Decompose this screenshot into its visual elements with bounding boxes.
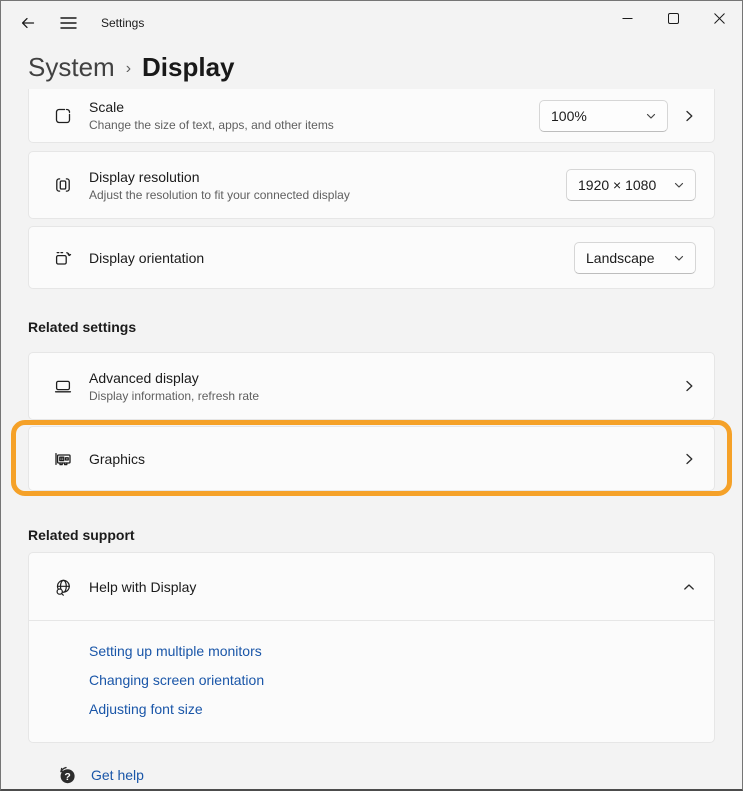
chevron-up-icon — [682, 580, 696, 594]
get-help-icon: ? — [57, 765, 77, 785]
settings-window: Settings System › Display — [0, 0, 743, 791]
close-icon — [714, 13, 725, 24]
close-button[interactable] — [696, 1, 742, 35]
advanced-display-title: Advanced display — [89, 370, 259, 386]
chevron-down-icon — [673, 252, 685, 264]
link-changing-screen-orientation[interactable]: Changing screen orientation — [89, 666, 264, 695]
orientation-title: Display orientation — [89, 250, 204, 266]
graphics-title: Graphics — [89, 451, 145, 467]
resolution-dropdown[interactable]: 1920 × 1080 — [566, 169, 696, 201]
chevron-right-icon — [682, 379, 696, 393]
orientation-dropdown[interactable]: Landscape — [574, 242, 696, 274]
setting-row-scale[interactable]: Scale Change the size of text, apps, and… — [28, 89, 715, 143]
link-setting-up-multiple-monitors[interactable]: Setting up multiple monitors — [89, 637, 262, 666]
display-orientation-icon — [53, 248, 73, 268]
chevron-down-icon — [645, 110, 657, 122]
advanced-display-subtitle: Display information, refresh rate — [89, 389, 259, 403]
scale-title: Scale — [89, 99, 334, 115]
chevron-right-icon — [682, 109, 696, 123]
scale-icon — [53, 106, 73, 126]
graphics-card-icon — [53, 449, 73, 469]
orientation-dropdown-value: Landscape — [586, 250, 655, 266]
setting-row-graphics[interactable]: Graphics — [28, 426, 715, 491]
resolution-subtitle: Adjust the resolution to fit your connec… — [89, 188, 350, 202]
window-controls — [604, 1, 742, 35]
help-links: Setting up multiple monitors Changing sc… — [29, 621, 714, 742]
scale-dropdown-value: 100% — [551, 108, 587, 124]
page-title: Display — [142, 52, 235, 83]
scale-subtitle: Change the size of text, apps, and other… — [89, 118, 334, 132]
setting-row-display-orientation: Display orientation Landscape — [28, 226, 715, 289]
app-title: Settings — [101, 16, 144, 30]
globe-search-icon — [53, 577, 73, 597]
back-arrow-icon — [20, 15, 36, 31]
settings-content: Scale Change the size of text, apps, and… — [1, 89, 742, 785]
resolution-dropdown-value: 1920 × 1080 — [578, 177, 656, 193]
display-resolution-icon — [53, 175, 73, 195]
maximize-icon — [668, 13, 679, 24]
menu-button[interactable] — [53, 8, 83, 38]
breadcrumb-system[interactable]: System — [28, 52, 115, 83]
monitor-icon — [53, 376, 73, 396]
chevron-down-icon — [673, 179, 685, 191]
graphics-highlight-wrapper: Graphics — [28, 426, 715, 491]
get-help-row: ? Get help — [57, 765, 715, 785]
link-adjusting-font-size[interactable]: Adjusting font size — [89, 695, 203, 724]
hamburger-menu-icon — [60, 16, 77, 30]
related-support-header: Related support — [28, 527, 715, 543]
breadcrumb-separator: › — [126, 57, 131, 78]
minimize-button[interactable] — [604, 1, 650, 35]
setting-row-display-resolution: Display resolution Adjust the resolution… — [28, 151, 715, 219]
setting-row-advanced-display[interactable]: Advanced display Display information, re… — [28, 352, 715, 420]
get-help-link[interactable]: Get help — [91, 767, 144, 783]
minimize-icon — [622, 13, 633, 24]
back-button[interactable] — [13, 8, 43, 38]
help-with-display-row[interactable]: Help with Display — [29, 553, 714, 620]
maximize-button[interactable] — [650, 1, 696, 35]
breadcrumb: System › Display — [1, 45, 742, 89]
svg-text:?: ? — [64, 771, 70, 783]
related-settings-header: Related settings — [28, 319, 715, 335]
help-card: Help with Display Setting up multiple mo… — [28, 552, 715, 743]
resolution-title: Display resolution — [89, 169, 350, 185]
titlebar: Settings — [1, 1, 742, 45]
scale-dropdown[interactable]: 100% — [539, 100, 668, 132]
help-with-display-title: Help with Display — [89, 579, 196, 595]
chevron-right-icon — [682, 452, 696, 466]
